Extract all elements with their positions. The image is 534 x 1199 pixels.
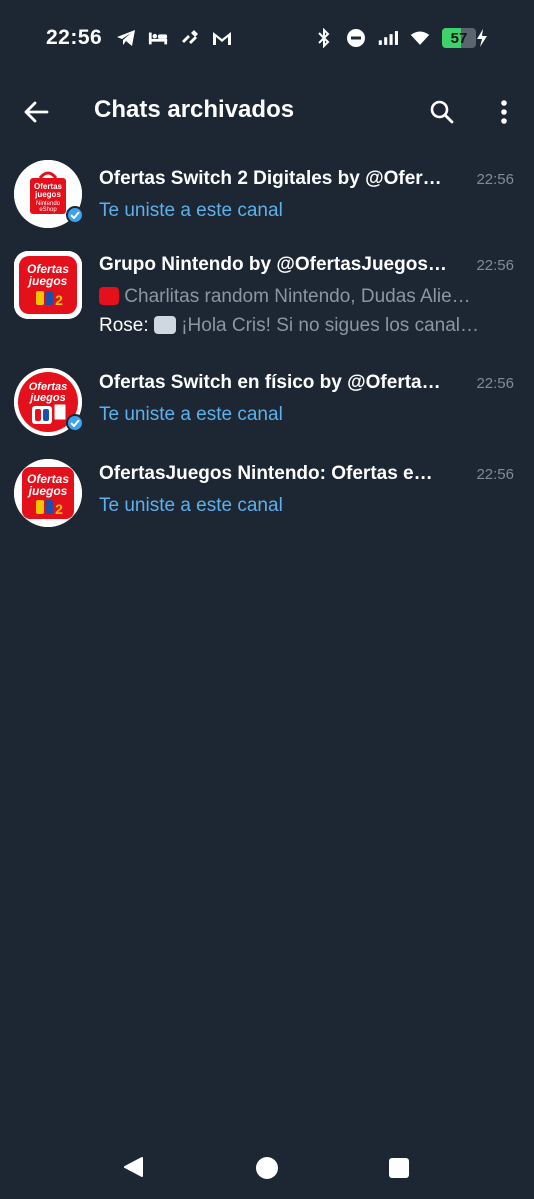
system-navigation-bar <box>0 1130 534 1199</box>
nav-recent-apps-button[interactable] <box>389 1158 409 1183</box>
chat-subtitle: Te uniste a este canal <box>99 404 283 425</box>
nav-home-button[interactable] <box>255 1156 279 1185</box>
status-bar: 22:56 57 <box>0 0 534 76</box>
avatar-text-juegos: juegos <box>27 484 68 498</box>
status-time: 22:56 <box>46 26 103 49</box>
back-button[interactable] <box>18 94 54 130</box>
chat-time: 22:56 <box>476 257 514 274</box>
chat-topics-text: Charlitas random Nintendo, Dudas Alie… <box>124 286 471 307</box>
chat-item[interactable]: Ofertas juegos 2 Grupo Nintendo by @Ofer… <box>0 244 534 362</box>
more-vertical-icon <box>501 100 507 124</box>
nav-home-circle-icon <box>256 1157 278 1179</box>
gmail-icon <box>212 28 232 48</box>
svg-text:2: 2 <box>55 292 63 308</box>
telegram-icon <box>116 28 136 48</box>
app-bar: Chats archivados <box>0 76 534 148</box>
chat-subtitle: Te uniste a este canal <box>99 495 283 516</box>
nav-back-triangle-icon <box>124 1157 143 1177</box>
chat-avatar: Ofertas juegos 2 <box>14 251 82 319</box>
chat-time: 22:56 <box>476 466 514 483</box>
battery-level: 57 <box>450 29 468 47</box>
verified-badge-icon <box>66 414 84 432</box>
chat-title: Ofertas Switch en físico by @Oferta… <box>99 372 441 393</box>
sticker-icon <box>153 316 176 334</box>
chat-subtitle: Te uniste a este canal <box>99 200 283 221</box>
message-sender: Rose: <box>99 315 149 336</box>
chat-avatar: Ofertas juegos Nintendo eShop <box>14 160 84 228</box>
notification-icons <box>116 28 232 48</box>
chat-last-message: Rose: ¡Hola Cris! Si no sigues los canal… <box>99 315 499 337</box>
wifi-icon <box>410 28 430 48</box>
nav-recent-square-icon <box>389 1158 409 1178</box>
chat-time: 22:56 <box>476 171 514 188</box>
battery-indicator: 57 <box>442 28 488 48</box>
avatar-text-eshop: eShop <box>39 207 57 213</box>
system-icons: 57 <box>314 28 488 48</box>
chat-avatar: Ofertas juegos 2 <box>14 459 82 527</box>
tidal-icon <box>180 28 200 48</box>
chat-title: Ofertas Switch 2 Digitales by @Ofer… <box>99 168 442 189</box>
ofertas-juegos-mini-icon <box>99 287 119 305</box>
bluetooth-icon <box>314 28 334 48</box>
chat-avatar: Ofertas juegos <box>14 368 84 436</box>
avatar-text-juegos: juegos <box>34 190 61 199</box>
nav-back-button[interactable] <box>122 1156 144 1183</box>
chat-item[interactable]: Ofertas juegos Nintendo eShop Ofertas Sw… <box>0 150 534 244</box>
page-title: Chats archivados <box>94 96 295 123</box>
ofertas-juegos-logo-icon: Ofertas juegos 2 <box>14 251 82 319</box>
bed-icon <box>148 28 168 48</box>
ofertas-juegos-logo-icon: Ofertas juegos 2 <box>14 459 82 527</box>
arrow-back-icon <box>24 101 49 123</box>
avatar-text-juegos: juegos <box>27 274 68 288</box>
chat-topics-line: Charlitas random Nintendo, Dudas Alie… <box>99 286 499 308</box>
chat-title: Grupo Nintendo by @OfertasJuegos… <box>99 254 447 275</box>
archived-chat-list: Ofertas juegos Nintendo eShop Ofertas Sw… <box>0 150 534 547</box>
do-not-disturb-icon <box>346 28 366 48</box>
avatar-text-juegos: juegos <box>28 392 65 404</box>
signal-icon <box>378 28 398 48</box>
more-options-button[interactable] <box>486 94 522 130</box>
svg-text:2: 2 <box>55 501 63 517</box>
message-preview: ¡Hola Cris! Si no sigues los canal… <box>181 315 479 336</box>
chat-time: 22:56 <box>476 375 514 392</box>
search-button[interactable] <box>424 94 460 130</box>
search-icon <box>430 100 454 124</box>
chat-item[interactable]: Ofertas juegos 2 OfertasJuegos Nintendo:… <box>0 453 534 547</box>
chat-item[interactable]: Ofertas juegos Ofertas Switch en físico … <box>0 362 534 453</box>
charging-bolt-icon <box>477 29 487 47</box>
chat-title: OfertasJuegos Nintendo: Ofertas e… <box>99 463 433 484</box>
verified-badge-icon <box>66 206 84 224</box>
